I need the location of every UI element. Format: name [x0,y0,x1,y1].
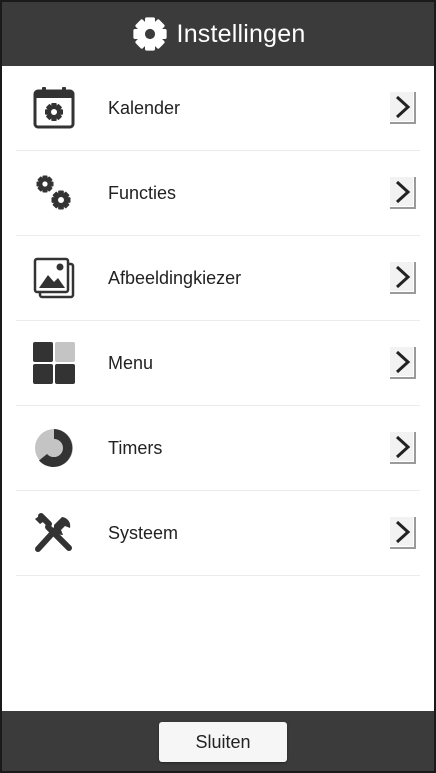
calendar-gear-icon [32,86,76,130]
settings-item-label: Systeem [108,523,179,543]
tools-icon [32,511,76,555]
settings-item-kalender[interactable]: Kalender [16,66,420,151]
chevron-right-icon[interactable] [390,347,416,379]
settings-item-systeem[interactable]: Systeem [16,491,420,576]
settings-item-label: Timers [108,438,163,458]
settings-item-functies[interactable]: Functies [16,151,420,236]
settings-item-label: Afbeeldingkiezer [108,268,242,288]
gears-icon [32,171,76,215]
settings-item-afbeeldingkiezer[interactable]: Afbeeldingkiezer [16,236,420,321]
chevron-right-icon[interactable] [390,177,416,209]
settings-item-timers[interactable]: Timers [16,406,420,491]
chevron-right-icon[interactable] [390,92,416,124]
chevron-right-icon[interactable] [390,517,416,549]
timer-ring-icon [32,426,76,470]
settings-item-label: Functies [108,183,177,203]
chevron-right-icon[interactable] [390,262,416,294]
image-stack-icon [32,256,76,300]
settings-screen: Instellingen Kalender Functies Afbeeldin… [0,0,436,773]
page-title: Instellingen [176,19,306,48]
settings-item-label: Menu [108,353,154,373]
header-bar: Instellingen [2,2,434,66]
close-button[interactable]: Sluiten [159,722,287,762]
footer-bar: Sluiten [2,711,434,771]
settings-item-label: Kalender [108,98,181,118]
menu-grid-icon [32,341,76,385]
settings-item-menu[interactable]: Menu [16,321,420,406]
gear-icon [132,17,167,51]
settings-list: Kalender Functies Afbeeldingkiezer Menu … [2,66,434,576]
chevron-right-icon[interactable] [390,432,416,464]
